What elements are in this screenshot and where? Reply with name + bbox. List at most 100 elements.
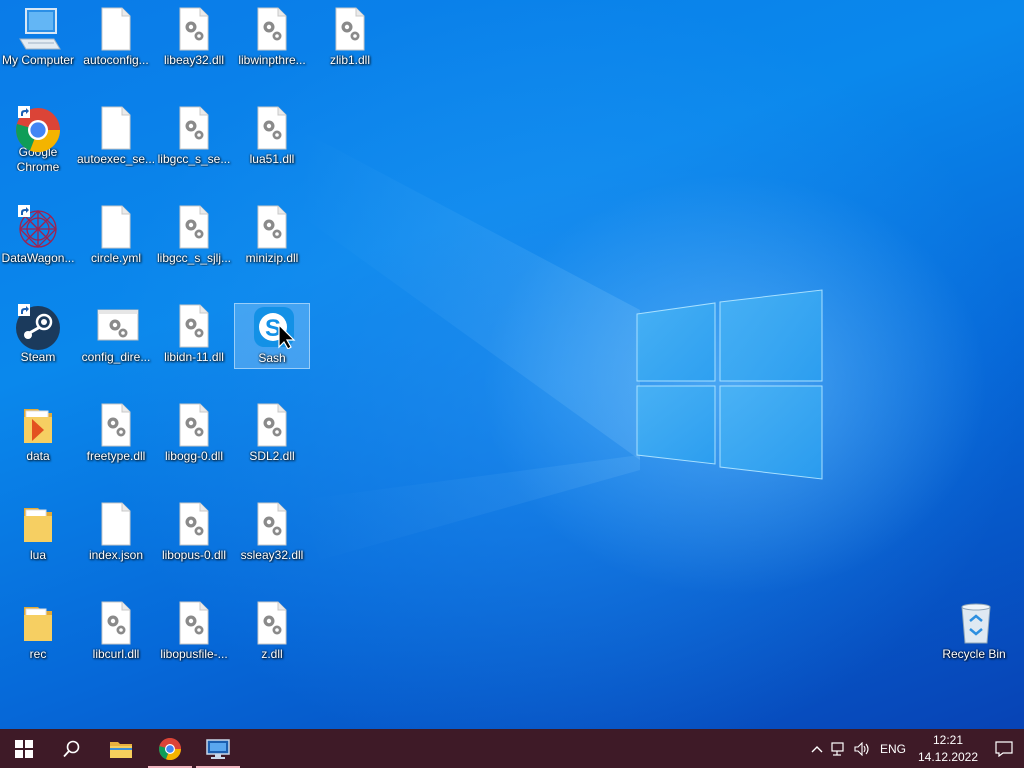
document-icon bbox=[96, 7, 136, 51]
desktop-icon-ssleay32-dll[interactable]: ssleay32.dll bbox=[234, 501, 310, 567]
desktop-icon-steam[interactable]: Steam bbox=[0, 303, 76, 369]
desktop-icon-libcurl-dll[interactable]: libcurl.dll bbox=[78, 600, 154, 666]
dll-file-icon bbox=[330, 7, 370, 51]
folder-icon bbox=[18, 403, 58, 447]
dll-file-icon bbox=[174, 601, 214, 645]
chrome-icon bbox=[159, 737, 182, 760]
show-hidden-icons-button[interactable] bbox=[806, 729, 828, 768]
desktop-icon-label: z.dll bbox=[261, 647, 283, 661]
language-indicator: ENG bbox=[879, 741, 906, 756]
desktop-icon-config-dire[interactable]: config_dire... bbox=[78, 303, 154, 369]
desktop-icon-z-dll[interactable]: z.dll bbox=[234, 600, 310, 666]
desktop-icon-recycle-bin[interactable]: Recycle Bin bbox=[936, 600, 1012, 666]
shortcut-arrow-icon bbox=[18, 106, 30, 118]
dll-file-icon bbox=[174, 502, 214, 546]
dll-file-icon bbox=[174, 7, 214, 51]
datawagon-icon bbox=[18, 205, 58, 249]
desktop-icon-libogg-0-dll[interactable]: libogg-0.dll bbox=[156, 402, 232, 468]
desktop-icon-sdl2-dll[interactable]: SDL2.dll bbox=[234, 402, 310, 468]
desktop-icon-rec[interactable]: rec bbox=[0, 600, 76, 666]
desktop-icon-label: Sash bbox=[258, 351, 286, 365]
desktop-icon-label: Recycle Bin bbox=[942, 647, 1006, 661]
speaker-icon bbox=[854, 741, 869, 756]
desktop-icon-minizip-dll[interactable]: minizip.dll bbox=[234, 204, 310, 270]
desktop-icon-libeay32-dll[interactable]: libeay32.dll bbox=[156, 6, 232, 72]
dll-file-icon bbox=[252, 403, 292, 447]
recycle-bin-icon bbox=[954, 601, 994, 645]
desktop-icon-label: libwinpthre... bbox=[238, 53, 306, 67]
skype-icon: S bbox=[252, 305, 296, 349]
dll-file-icon bbox=[96, 403, 136, 447]
desktop-icon-lua[interactable]: lua bbox=[0, 501, 76, 567]
document-icon bbox=[96, 106, 136, 150]
desktop-icon-label: Steam bbox=[20, 350, 56, 364]
desktop-icon-label: libopusfile-... bbox=[160, 647, 228, 661]
system-tray: ENG 12:21 14.12.2022 bbox=[806, 729, 1024, 768]
network-icon bbox=[831, 741, 844, 756]
desktop-icon-zlib1-dll[interactable]: zlib1.dll bbox=[312, 6, 388, 72]
desktop-icon-freetype-dll[interactable]: freetype.dll bbox=[78, 402, 154, 468]
clock-time: 12:21 bbox=[932, 732, 964, 747]
desktop-icon-label: libogg-0.dll bbox=[164, 449, 224, 463]
clock-button[interactable]: 12:21 14.12.2022 bbox=[912, 729, 984, 768]
desktop-icon-my-computer[interactable]: My Computer bbox=[0, 6, 76, 72]
desktop-icon-lua51-dll[interactable]: lua51.dll bbox=[234, 105, 310, 171]
desktop-icon-label: rec bbox=[29, 647, 47, 661]
desktop-icon-label: My Computer bbox=[1, 53, 75, 67]
desktop-icon-label: autoconfig... bbox=[83, 53, 149, 67]
computer-icon bbox=[18, 7, 61, 51]
desktop-icon-data[interactable]: data bbox=[0, 402, 76, 468]
dll-file-icon bbox=[252, 7, 292, 51]
desktop-icon-label: config_dire... bbox=[81, 350, 151, 364]
desktop-icon-libgcc-s-sjlj[interactable]: libgcc_s_sjlj... bbox=[156, 204, 232, 270]
volume-button[interactable] bbox=[850, 729, 874, 768]
config-file-icon bbox=[96, 304, 139, 348]
desktop-icon-label: libidn-11.dll bbox=[164, 350, 224, 364]
windows-logo-icon bbox=[15, 739, 33, 758]
desktop-icon-index-json[interactable]: index.json bbox=[78, 501, 154, 567]
chrome-icon bbox=[16, 106, 61, 153]
desktop-icon-libgcc-s-se[interactable]: libgcc_s_se... bbox=[156, 105, 232, 171]
desktop-icon-label: index.json bbox=[88, 548, 144, 562]
desktop-icon-autoconfig[interactable]: autoconfig... bbox=[78, 6, 154, 72]
desktop-icon-label: libgcc_s_se... bbox=[157, 152, 231, 166]
document-icon bbox=[96, 502, 136, 546]
action-center-button[interactable] bbox=[984, 729, 1024, 768]
desktop-icon-google-chrome[interactable]: Google Chrome bbox=[0, 105, 76, 171]
desktop-icon-label: libcurl.dll bbox=[92, 647, 140, 661]
desktop-icon-libopusfile[interactable]: libopusfile-... bbox=[156, 600, 232, 666]
taskbar-remote-desktop[interactable] bbox=[194, 729, 242, 768]
document-icon bbox=[96, 205, 136, 249]
desktop-icon-label: freetype.dll bbox=[86, 449, 146, 463]
desktop-icon-label: SDL2.dll bbox=[249, 449, 295, 463]
chevron-up-icon bbox=[811, 745, 823, 752]
taskbar: ENG 12:21 14.12.2022 bbox=[0, 729, 1024, 768]
desktop-icon-label: lua51.dll bbox=[249, 152, 295, 166]
folder-icon bbox=[18, 601, 58, 645]
taskbar-file-explorer[interactable] bbox=[96, 729, 146, 768]
desktop-icon-label: DataWagon... bbox=[1, 251, 75, 265]
dll-file-icon bbox=[252, 106, 292, 150]
dll-file-icon bbox=[174, 403, 214, 447]
search-button[interactable] bbox=[48, 729, 96, 768]
desktop-icon-circle-yml[interactable]: circle.yml bbox=[78, 204, 154, 270]
desktop-icon-libwinpthre[interactable]: libwinpthre... bbox=[234, 6, 310, 72]
start-button[interactable] bbox=[0, 729, 48, 768]
desktop-icon-libopus-0-dll[interactable]: libopus-0.dll bbox=[156, 501, 232, 567]
taskbar-google-chrome[interactable] bbox=[146, 729, 194, 768]
dll-file-icon bbox=[174, 304, 214, 348]
desktop-icon-label: data bbox=[26, 449, 50, 463]
desktop-icon-label: libgcc_s_sjlj... bbox=[156, 251, 232, 265]
steam-icon bbox=[16, 304, 60, 350]
desktop-icon-datawagon[interactable]: DataWagon... bbox=[0, 204, 76, 270]
dll-file-icon bbox=[252, 601, 292, 645]
folder-icon bbox=[18, 502, 58, 546]
dll-file-icon bbox=[174, 205, 214, 249]
input-language-button[interactable]: ENG bbox=[874, 729, 912, 768]
desktop-icon-label: libopus-0.dll bbox=[161, 548, 227, 562]
desktop-icon-sash[interactable]: S Sash bbox=[234, 303, 310, 369]
network-button[interactable] bbox=[828, 729, 850, 768]
shortcut-arrow-icon bbox=[18, 304, 30, 316]
desktop-icon-libidn-11-dll[interactable]: libidn-11.dll bbox=[156, 303, 232, 369]
desktop-icon-autoexec-se[interactable]: autoexec_se... bbox=[77, 105, 155, 171]
